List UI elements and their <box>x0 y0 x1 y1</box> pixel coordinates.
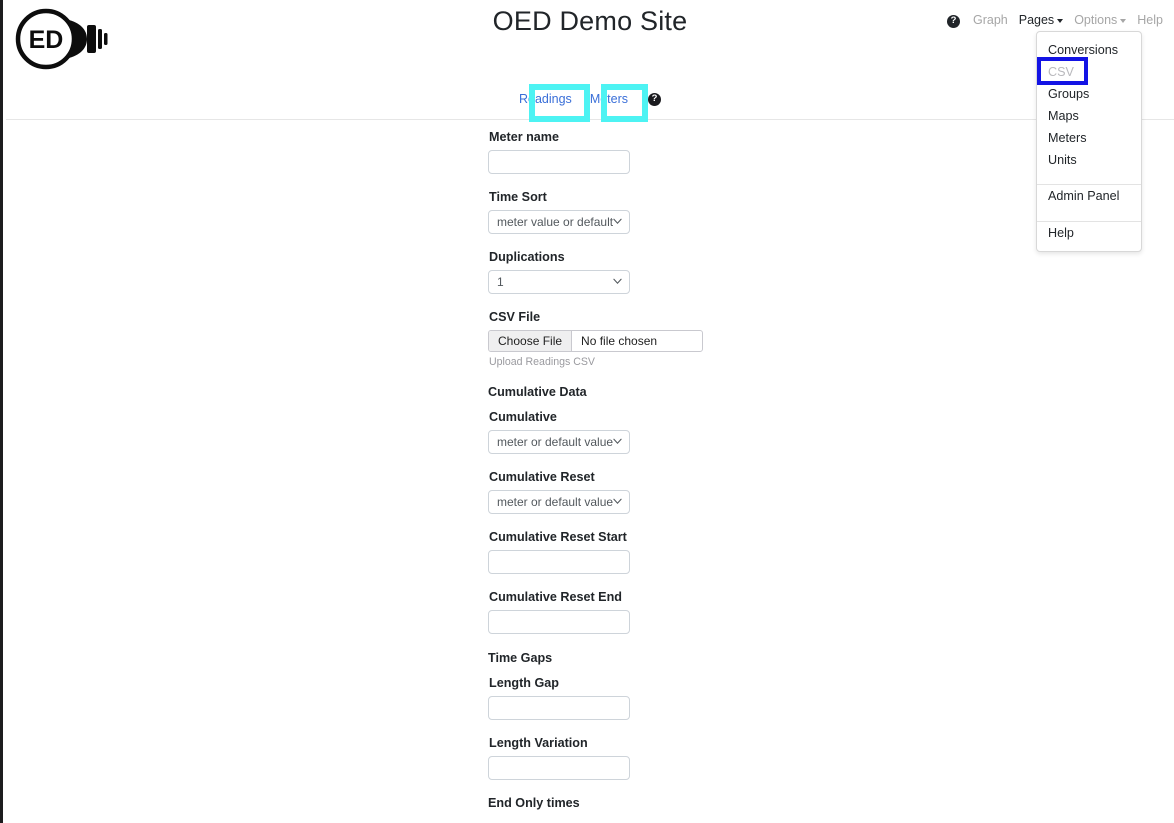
dropdown-item-maps[interactable]: Maps <box>1037 105 1141 127</box>
dropdown-item-csv[interactable]: CSV <box>1037 61 1141 83</box>
question-circle-icon[interactable]: ? <box>946 14 960 28</box>
field-length-gap: Length Gap <box>488 676 888 720</box>
cumulative-select[interactable]: meter or default value <box>488 430 630 454</box>
field-csv-file: CSV File Choose File No file chosen Uplo… <box>488 310 888 368</box>
dropdown-group-admin: Admin Panel <box>1037 185 1141 214</box>
label-cumulative-reset-start: Cumulative Reset Start <box>489 530 627 544</box>
chevron-down-icon <box>1057 18 1064 23</box>
field-cumulative: Cumulative meter or default value <box>488 410 888 454</box>
cumulative-value: meter or default value <box>488 430 630 454</box>
field-length-variation: Length Variation <box>488 736 888 780</box>
choose-file-button[interactable]: Choose File <box>489 331 573 351</box>
label-cumulative-reset: Cumulative Reset <box>489 470 595 484</box>
cumulative-reset-select[interactable]: meter or default value <box>488 490 630 514</box>
field-cumulative-reset: Cumulative Reset meter or default value <box>488 470 888 514</box>
field-duplications: Duplications 1 <box>488 250 888 294</box>
csv-file-input[interactable]: Choose File No file chosen <box>488 330 703 352</box>
heading-time-gaps: Time Gaps <box>488 651 553 665</box>
label-meter-name: Meter name <box>489 130 559 144</box>
heading-end-only-times: End Only times <box>488 796 580 810</box>
csv-upload-form: Meter name Time Sort meter value or defa… <box>488 130 888 810</box>
length-variation-input[interactable] <box>488 756 630 780</box>
tab-meters[interactable]: Meters <box>590 92 628 106</box>
nav-pages-label: Pages <box>1018 13 1055 27</box>
tab-readings[interactable]: Readings <box>519 92 572 106</box>
cumulative-reset-value: meter or default value <box>488 490 630 514</box>
chevron-down-icon <box>1120 18 1127 23</box>
cumulative-reset-start-input[interactable] <box>488 550 630 574</box>
pages-dropdown-menu: Conversions CSV Groups Maps Meters Units… <box>1036 31 1142 252</box>
heading-cumulative-data: Cumulative Data <box>488 385 587 399</box>
nav-item-options[interactable]: Options <box>1074 13 1127 27</box>
field-time-sort: Time Sort meter value or default <box>488 190 888 234</box>
nav-options-label: Options <box>1074 13 1118 27</box>
label-length-variation: Length Variation <box>489 736 588 750</box>
dropdown-item-units[interactable]: Units <box>1037 149 1141 171</box>
label-cumulative-reset-end: Cumulative Reset End <box>489 590 622 604</box>
dropdown-item-admin-panel[interactable]: Admin Panel <box>1037 185 1141 207</box>
question-circle-icon[interactable]: ? <box>648 92 662 106</box>
tab-bar: Readings Meters ? <box>3 92 1174 106</box>
length-gap-input[interactable] <box>488 696 630 720</box>
time-sort-select[interactable]: meter value or default <box>488 210 630 234</box>
nav-item-pages[interactable]: Pages <box>1018 13 1064 27</box>
meter-name-input[interactable] <box>488 150 630 174</box>
label-cumulative: Cumulative <box>489 410 557 424</box>
top-navigation: ? Graph Pages Options Help <box>946 13 1163 28</box>
label-csv-file: CSV File <box>489 310 541 324</box>
dropdown-item-help[interactable]: Help <box>1037 222 1141 244</box>
nav-item-graph[interactable]: Graph <box>973 13 1008 27</box>
label-duplications: Duplications <box>489 250 565 264</box>
browser-page: ED OED Demo Site ? Graph Pages Options H… <box>0 0 1174 823</box>
duplications-value: 1 <box>488 270 630 294</box>
csv-file-help-text: Upload Readings CSV <box>489 356 595 368</box>
field-cumulative-reset-end: Cumulative Reset End <box>488 590 888 634</box>
field-meter-name: Meter name <box>488 130 888 174</box>
header-divider <box>6 119 1174 120</box>
duplications-select[interactable]: 1 <box>488 270 630 294</box>
label-length-gap: Length Gap <box>489 676 559 690</box>
dropdown-item-conversions[interactable]: Conversions <box>1037 39 1141 61</box>
nav-item-help[interactable]: Help <box>1137 13 1163 27</box>
label-time-sort: Time Sort <box>489 190 547 204</box>
dropdown-group-help: Help <box>1037 222 1141 251</box>
cumulative-reset-end-input[interactable] <box>488 610 630 634</box>
field-cumulative-reset-start: Cumulative Reset Start <box>488 530 888 574</box>
dropdown-item-meters[interactable]: Meters <box>1037 127 1141 149</box>
dropdown-group-pages: Conversions CSV Groups Maps Meters Units <box>1037 39 1141 177</box>
time-sort-value: meter value or default <box>488 210 630 234</box>
file-status-text: No file chosen <box>581 334 658 348</box>
dropdown-item-groups[interactable]: Groups <box>1037 83 1141 105</box>
